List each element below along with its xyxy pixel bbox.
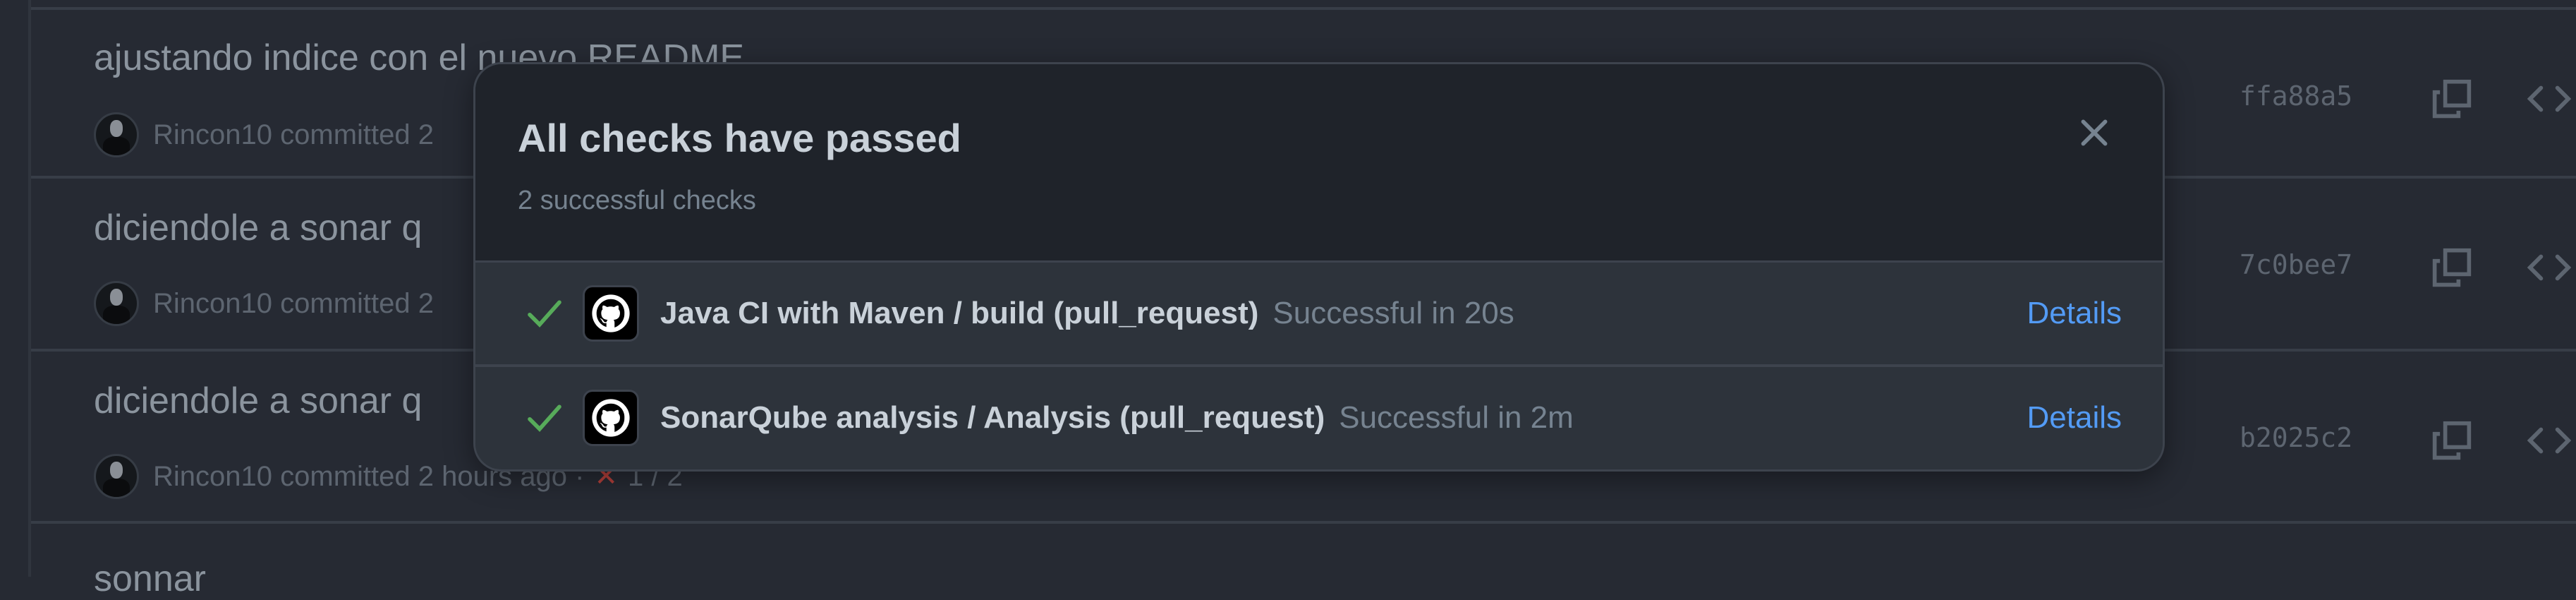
checks-popover: All checks have passed 2 successful chec… bbox=[473, 62, 2165, 472]
avatar[interactable] bbox=[94, 112, 139, 157]
author[interactable]: Rincon10 bbox=[153, 288, 272, 320]
committed-text: committed 2 bbox=[280, 287, 434, 319]
check-icon bbox=[528, 404, 561, 432]
author[interactable]: Rincon10 bbox=[153, 119, 272, 151]
copy-icon[interactable] bbox=[2431, 78, 2473, 120]
commit-hash[interactable]: ffa88a5 bbox=[2240, 80, 2352, 112]
close-icon[interactable] bbox=[2077, 115, 2112, 150]
details-link[interactable]: Details bbox=[2027, 296, 2122, 331]
check-icon bbox=[528, 300, 561, 328]
check-item: SonarQube analysis / Analysis (pull_requ… bbox=[475, 367, 2163, 469]
check-name: Java CI with Maven / build (pull_request… bbox=[660, 296, 1259, 330]
commit-hash[interactable]: b2025c2 bbox=[2240, 422, 2352, 453]
commit-hash[interactable]: 7c0bee7 bbox=[2240, 249, 2352, 280]
browse-code-icon[interactable] bbox=[2527, 253, 2571, 282]
copy-icon[interactable] bbox=[2431, 419, 2473, 462]
copy-icon[interactable] bbox=[2431, 246, 2473, 289]
check-duration: Successful in 20s bbox=[1272, 296, 1514, 330]
commit-row: sonnar bbox=[31, 521, 2576, 599]
commit-title[interactable]: sonnar bbox=[94, 558, 206, 600]
check-duration: Successful in 2m bbox=[1339, 400, 1574, 435]
details-link[interactable]: Details bbox=[2027, 400, 2122, 436]
check-name: SonarQube analysis / Analysis (pull_requ… bbox=[660, 400, 1325, 435]
github-logo-icon bbox=[583, 285, 639, 342]
popover-title: All checks have passed bbox=[518, 116, 961, 160]
browse-code-icon[interactable] bbox=[2527, 85, 2571, 113]
avatar[interactable] bbox=[94, 281, 139, 326]
author[interactable]: Rincon10 bbox=[153, 461, 272, 493]
popover-header: All checks have passed 2 successful chec… bbox=[475, 64, 2163, 263]
commit-meta: Rincon10 committed 2 bbox=[94, 281, 434, 326]
check-item: Java CI with Maven / build (pull_request… bbox=[475, 263, 2163, 367]
browse-code-icon[interactable] bbox=[2527, 426, 2571, 455]
commit-title[interactable]: diciendole a sonar q bbox=[94, 207, 422, 249]
github-logo-icon bbox=[583, 390, 639, 446]
popover-subtitle: 2 successful checks bbox=[518, 186, 756, 215]
commit-meta: Rincon10 committed 2 bbox=[94, 112, 434, 157]
commit-title[interactable]: diciendole a sonar q bbox=[94, 380, 422, 422]
committed-text: committed 2 bbox=[280, 119, 434, 150]
avatar[interactable] bbox=[94, 454, 139, 499]
